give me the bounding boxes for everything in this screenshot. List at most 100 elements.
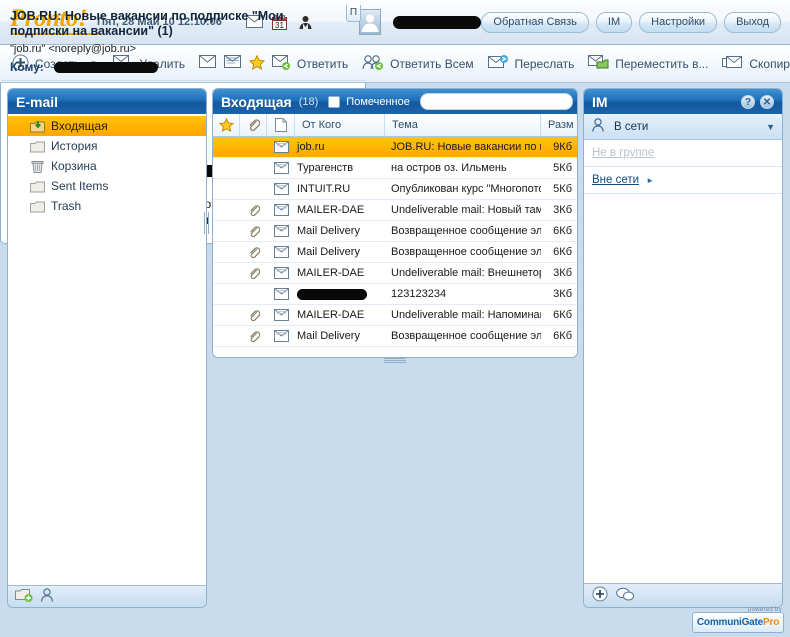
row-subject-cell: Undeliverable mail: Новый таможенн xyxy=(391,204,541,216)
row-attachment-cell xyxy=(240,225,267,238)
copy-to-icon xyxy=(722,55,743,73)
folder-icon xyxy=(30,180,45,193)
column-header-attachment[interactable] xyxy=(240,113,267,137)
im-group-label: Вне сети xyxy=(592,174,640,186)
row-subject-cell: Опубликован курс "Многопоточное xyxy=(391,183,541,195)
table-row[interactable]: Mail Delivery Возвращенное сообщение элек… xyxy=(213,326,577,347)
move-to-icon xyxy=(588,54,609,73)
message-list-title: Входящая xyxy=(221,93,292,110)
chevron-right-icon: ► xyxy=(646,175,654,185)
communigate-logo: CommuniGatePro xyxy=(692,612,784,633)
table-row[interactable]: 123123234 3Кб xyxy=(213,284,577,305)
row-size-cell: 6Кб xyxy=(553,309,572,321)
message-list-column-headers: От Кого Тема Разм xyxy=(213,113,577,137)
row-attachment-cell xyxy=(240,330,267,343)
table-row[interactable]: Турагенств на остров оз. Ильмень 5Кб xyxy=(213,158,577,179)
column-header-from[interactable]: От Кого xyxy=(295,113,385,137)
column-header-size[interactable]: Разм xyxy=(541,114,577,137)
row-attachment-cell xyxy=(240,267,267,280)
table-row[interactable]: INTUIT.RU Опубликован курс "Многопоточное… xyxy=(213,179,577,200)
sidebar-item-trash[interactable]: Trash xyxy=(8,196,206,216)
new-folder-icon[interactable] xyxy=(15,588,33,605)
im-status-row[interactable]: В сети ▼ xyxy=(584,114,782,140)
message-list-header: Входящая (18) Помеченное xyxy=(213,89,577,114)
message-list-panel: Входящая (18) Помеченное От Кого Тема Ра… xyxy=(212,88,578,358)
toolbar-copy-to-label: Скопир xyxy=(749,56,790,71)
row-unread-icon xyxy=(267,330,295,342)
feedback-button[interactable]: Обратная Связь xyxy=(481,11,589,33)
preview-subject: JOB.RU: Новые вакансии по подписке "Мои … xyxy=(10,9,284,38)
logout-button[interactable]: Выход xyxy=(724,11,781,33)
sidebar-item-inbox[interactable]: Входящая xyxy=(8,116,206,136)
sidebar-item-sent-items[interactable]: Sent Items xyxy=(8,176,206,196)
row-unread-icon xyxy=(267,183,295,195)
table-row[interactable]: MAILER-DAE Undeliverable mail: Напоминани… xyxy=(213,305,577,326)
row-from-cell: INTUIT.RU xyxy=(297,183,351,195)
row-unread-icon xyxy=(267,225,295,237)
table-row[interactable]: Mail Delivery Возвращенное сообщение элек… xyxy=(213,242,577,263)
message-rows: job.ru JOB.RU: Новые вакансии по подпис 9К… xyxy=(213,137,577,357)
preview-from: "job.ru" <noreply@job.ru> xyxy=(10,43,136,55)
im-group-list: Не в группе Вне сети ► xyxy=(584,140,782,583)
search-input[interactable] xyxy=(419,93,573,110)
sidebar-item-history[interactable]: История xyxy=(8,136,206,156)
row-unread-icon xyxy=(267,204,295,216)
row-size-cell: 5Кб xyxy=(553,183,572,195)
row-from-cell: job.ru xyxy=(297,141,325,153)
help-icon[interactable]: ? xyxy=(741,94,755,109)
toolbar-copy-to-button[interactable]: Скопир xyxy=(722,45,790,82)
folder-list: Входящая История Корзина Sent Items Tras xyxy=(8,114,206,585)
row-size-cell: 6Кб xyxy=(553,225,572,237)
communigate-logo-text: CommuniGatePro xyxy=(697,617,779,628)
im-panel-title: IM xyxy=(592,93,608,110)
flagged-label: Помеченное xyxy=(346,95,410,108)
folders-panel-footer xyxy=(8,585,206,607)
table-row[interactable]: Mail Delivery Возвращенное сообщение элек… xyxy=(213,221,577,242)
im-group-offline[interactable]: Вне сети ► xyxy=(584,167,782,194)
row-subject-cell: JOB.RU: Новые вакансии по подпис xyxy=(391,141,541,153)
sidebar-item-label: Входящая xyxy=(51,119,108,133)
row-size-cell: 6Кб xyxy=(553,246,572,258)
row-size-cell: 6Кб xyxy=(553,330,572,342)
im-group-not-in-group[interactable]: Не в группе xyxy=(584,140,782,167)
folders-panel-title: E-mail xyxy=(8,89,206,114)
chevron-down-icon[interactable]: ▼ xyxy=(766,122,775,132)
column-header-document[interactable] xyxy=(267,113,295,137)
row-from-cell: MAILER-DAE xyxy=(297,204,365,216)
im-panel-title-bar: IM ? ✕ xyxy=(584,89,782,114)
toolbar-reply-all-label: Ответить Всем xyxy=(390,56,474,71)
row-subject-cell: Undeliverable mail: Внешнеторговая xyxy=(391,267,541,279)
close-icon[interactable]: ✕ xyxy=(760,94,774,109)
flagged-checkbox[interactable] xyxy=(328,95,341,108)
add-contact-icon[interactable] xyxy=(592,586,608,605)
column-header-subject[interactable]: Тема xyxy=(385,113,541,137)
folder-icon xyxy=(30,140,45,153)
row-size-cell: 5Кб xyxy=(553,162,572,174)
toolbar-forward-button[interactable]: Переслать xyxy=(487,45,574,82)
im-group-label: Не в группе xyxy=(592,147,655,159)
row-attachment-cell xyxy=(240,204,267,217)
im-panel: IM ? ✕ В сети ▼ Не в группе Вне сети ► xyxy=(583,88,783,608)
trash-icon xyxy=(30,160,45,173)
toolbar-move-to-button[interactable]: Переместить в... xyxy=(588,45,708,82)
row-unread-icon xyxy=(267,267,295,279)
preview-print-button[interactable]: П xyxy=(346,5,361,22)
settings-button[interactable]: Настройки xyxy=(639,11,718,33)
im-button[interactable]: IM xyxy=(595,11,633,33)
table-row[interactable]: MAILER-DAE Undeliverable mail: Новый тамо… xyxy=(213,200,577,221)
chat-icon[interactable] xyxy=(616,587,634,604)
list-preview-splitter[interactable] xyxy=(212,357,578,363)
column-header-flag[interactable] xyxy=(213,113,240,137)
contacts-icon[interactable] xyxy=(40,588,54,605)
left-splitter[interactable] xyxy=(203,88,209,358)
folder-icon xyxy=(30,200,45,213)
row-size-cell: 3Кб xyxy=(553,288,572,300)
sidebar-item-trash-ru[interactable]: Корзина xyxy=(8,156,206,176)
table-row[interactable]: job.ru JOB.RU: Новые вакансии по подпис 9К… xyxy=(213,137,577,158)
row-from-cell: Mail Delivery xyxy=(297,225,360,237)
row-subject-cell: на остров оз. Ильмень xyxy=(391,162,507,174)
im-title-icon-group: ? ✕ xyxy=(741,94,774,109)
toolbar-reply-all-button[interactable]: Ответить Всем xyxy=(362,45,474,82)
table-row[interactable]: MAILER-DAE Undeliverable mail: Внешнеторг… xyxy=(213,263,577,284)
row-unread-icon xyxy=(267,246,295,258)
